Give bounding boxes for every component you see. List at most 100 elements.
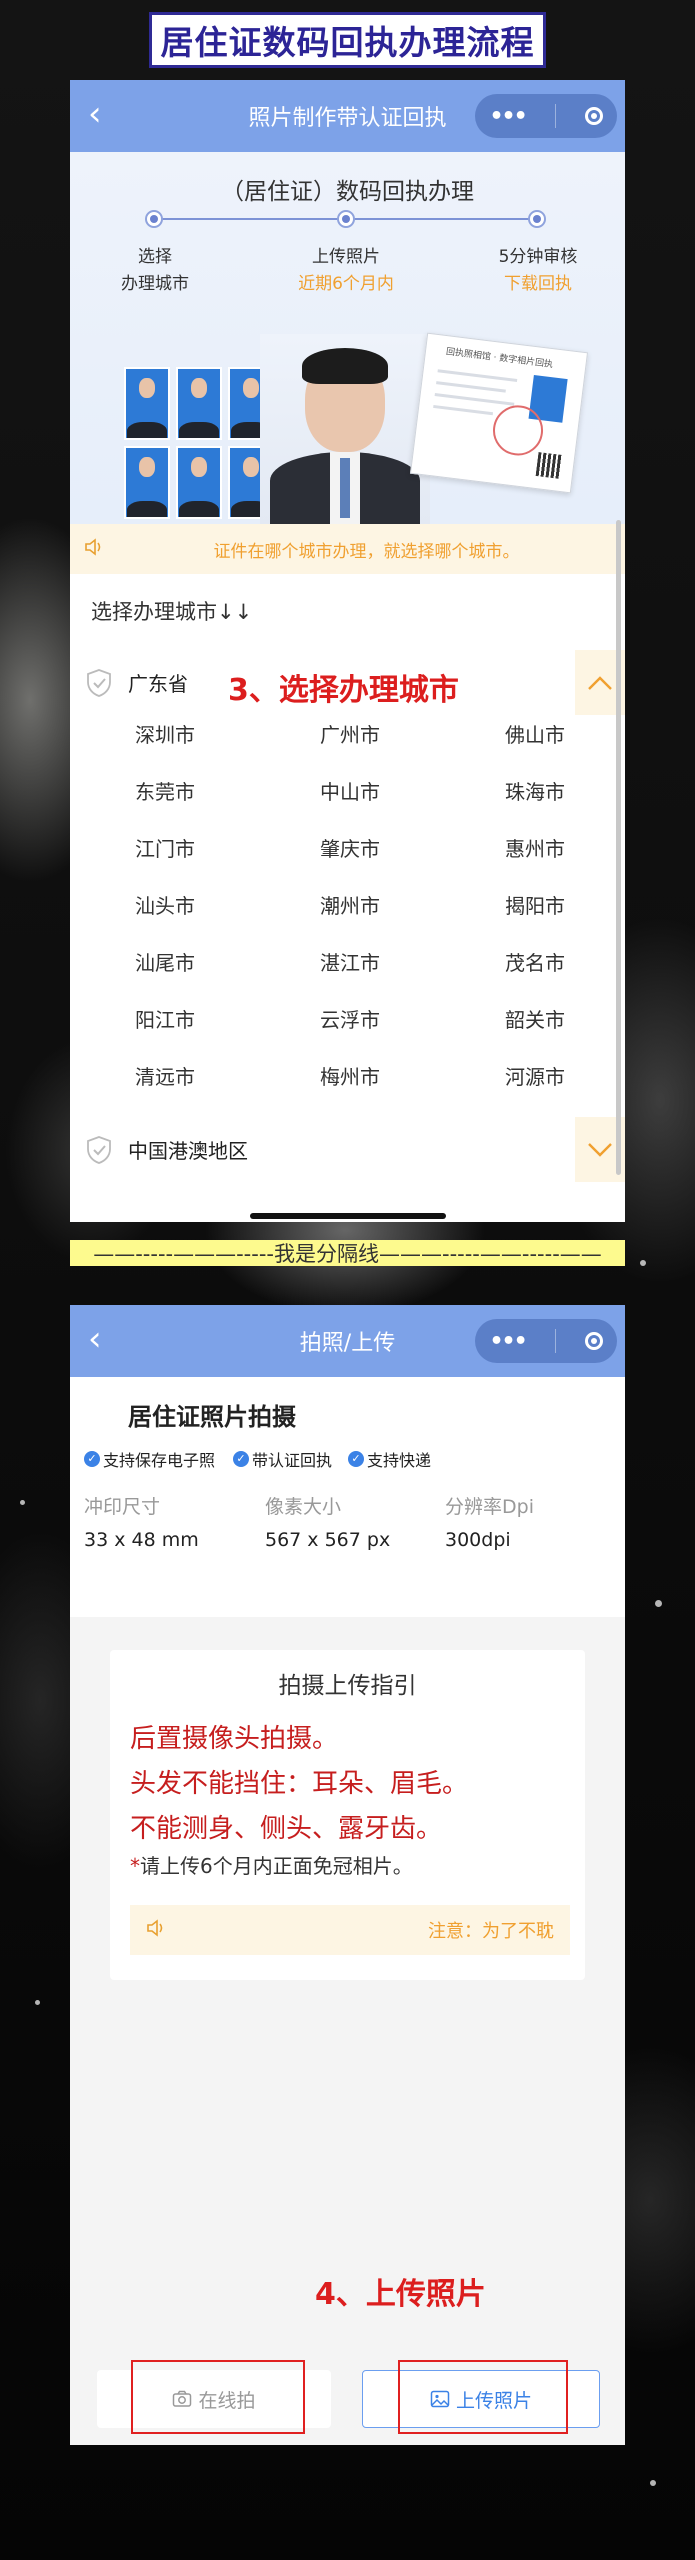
city-option[interactable]: 广州市: [290, 719, 410, 748]
city-option[interactable]: 潮州市: [290, 890, 410, 919]
receipt-image: 回执照相馆 · 数字相片回执: [409, 332, 589, 494]
step-3: 5分钟审核 下载回执: [468, 244, 608, 298]
annotation-select-city: 3、选择办理城市: [228, 673, 459, 708]
city-option[interactable]: 江门市: [105, 833, 225, 862]
water-drop: [20, 1500, 25, 1505]
close-target-icon[interactable]: [584, 107, 603, 125]
guide-rule-3: 不能测身、侧头、露牙齿。: [130, 1814, 443, 1844]
more-icon[interactable]: •••: [489, 104, 527, 129]
city-option[interactable]: 汕头市: [105, 890, 225, 919]
qr-code-icon: [535, 452, 563, 479]
upload-guide-dialog: 拍摄上传指引 后置摄像头拍摄。 头发不能挡住：耳朵、眉毛。 不能测身、侧头、露牙…: [110, 1650, 585, 1980]
speaker-icon: [84, 537, 108, 561]
guide-notice-bar: 注意：为了不耽: [130, 1905, 570, 1955]
shield-check-icon: [84, 668, 114, 698]
badge-label: 支持保存电子照: [103, 1451, 216, 1470]
screen-upload-photo: ‹ 拍照/上传 ••• 居住证照片拍摄 ✓ 支持保存电子照 ✓ 带认证回执 ✓ …: [70, 1305, 625, 2445]
water-drop: [655, 1600, 662, 1607]
select-city-label: 选择办理城市↓↓: [91, 600, 253, 624]
nav-bar: ‹ 照片制作带认证回执 •••: [70, 80, 625, 152]
spec-label-size: 冲印尺寸: [84, 1496, 161, 1518]
step-dot: [337, 210, 355, 228]
city-option[interactable]: 清远市: [105, 1061, 225, 1090]
annotation-box-online: [131, 2360, 305, 2434]
nav-bar: ‹ 拍照/上传 •••: [70, 1305, 625, 1377]
annotation-upload-photo: 4、上传照片: [315, 2277, 486, 2312]
hero-title: （居住证）数码回执办理: [221, 179, 474, 205]
step-1-line1: 选择: [138, 247, 172, 267]
receipt-line: [433, 404, 494, 416]
card-title: 居住证照片拍摄: [128, 1403, 296, 1431]
city-option[interactable]: 珠海市: [475, 776, 595, 805]
check-icon: ✓: [348, 1451, 364, 1467]
city-option[interactable]: 佛山市: [475, 719, 595, 748]
city-option[interactable]: 东莞市: [105, 776, 225, 805]
badge-receipt: ✓ 带认证回执: [233, 1447, 332, 1471]
screen-select-city: ‹ 照片制作带认证回执 ••• （居住证）数码回执办理 选择 办理城市 上传照片…: [70, 80, 625, 1222]
city-option[interactable]: 肇庆市: [290, 833, 410, 862]
city-option[interactable]: 茂名市: [475, 947, 595, 976]
back-icon[interactable]: ‹: [88, 1319, 102, 1359]
badge-delivery: ✓ 支持快递: [348, 1447, 431, 1471]
guide-notice-text: 注意：为了不耽: [428, 1921, 554, 1942]
city-option[interactable]: 汕尾市: [105, 947, 225, 976]
city-option[interactable]: 云浮市: [290, 1004, 410, 1033]
mini-photo: [124, 446, 170, 519]
page-title: 居住证数码回执办理流程: [149, 12, 546, 68]
speaker-icon: [146, 1918, 170, 1942]
receipt-title: 回执照相馆 · 数字相片回执: [445, 347, 554, 371]
capsule-divider: [554, 1329, 556, 1353]
mini-photo: [124, 367, 170, 440]
guide-title: 拍摄上传指引: [278, 1673, 417, 1699]
more-icon[interactable]: •••: [489, 1329, 527, 1354]
receipt-line: [436, 381, 506, 393]
guide-note: *请上传6个月内正面免冠相片。: [130, 1850, 413, 1879]
notice-bar: 证件在哪个城市办理，就选择哪个城市。: [70, 524, 625, 574]
step-3-line1: 5分钟审核: [498, 247, 578, 267]
water-drop: [650, 2480, 656, 2486]
city-option[interactable]: 湛江市: [290, 947, 410, 976]
spec-value-size: 33 x 48 mm: [84, 1529, 199, 1551]
step-2-line1: 上传照片: [312, 247, 380, 267]
step-dot: [145, 210, 163, 228]
city-option[interactable]: 中山市: [290, 776, 410, 805]
city-option[interactable]: 河源市: [475, 1061, 595, 1090]
notice-text: 证件在哪个城市办理，就选择哪个城市。: [213, 541, 520, 562]
mini-photo: [176, 367, 222, 440]
city-option[interactable]: 阳江市: [105, 1004, 225, 1033]
city-option[interactable]: 梅州市: [290, 1061, 410, 1090]
photo-spec-card: 居住证照片拍摄 ✓ 支持保存电子照 ✓ 带认证回执 ✓ 支持快递 冲印尺寸 像素…: [70, 1377, 625, 1617]
badge-save-photo: ✓ 支持保存电子照: [84, 1447, 215, 1471]
city-option[interactable]: 深圳市: [105, 719, 225, 748]
step-2-line2: 近期6个月内: [298, 274, 394, 294]
city-option[interactable]: 惠州市: [475, 833, 595, 862]
province-name: 广东省: [128, 672, 188, 696]
nav-title: 拍照/上传: [299, 1331, 396, 1356]
portrait-hair: [302, 348, 388, 384]
nav-title: 照片制作带认证回执: [248, 106, 447, 131]
step-1-line2: 办理城市: [121, 274, 189, 294]
required-star: *: [130, 1854, 140, 1878]
step-dot: [528, 210, 546, 228]
guide-rule-1: 后置摄像头拍摄。: [130, 1724, 339, 1754]
annotation-box-upload: [398, 2360, 568, 2434]
mini-program-capsule: •••: [475, 94, 617, 138]
city-option[interactable]: 揭阳市: [475, 890, 595, 919]
mini-photo: [176, 446, 222, 519]
province-row-hk-macau[interactable]: 中国港澳地区: [70, 1117, 625, 1182]
step-3-line2: 下载回执: [504, 274, 572, 294]
back-icon[interactable]: ‹: [88, 94, 102, 134]
divider-banner: ——-----———-----我是分隔线———-----——-----——: [70, 1240, 625, 1266]
water-drop: [640, 1260, 646, 1266]
scrollbar[interactable]: [616, 520, 621, 1175]
water-drop: [35, 2000, 40, 2005]
id-photo-sheet-image: [124, 367, 274, 519]
portrait-tie: [340, 458, 350, 518]
home-indicator: [250, 1213, 446, 1219]
close-target-icon[interactable]: [584, 1332, 603, 1350]
city-option[interactable]: 韶关市: [475, 1004, 595, 1033]
step-1: 选择 办理城市: [85, 244, 225, 298]
capsule-divider: [554, 104, 556, 128]
spec-label-dpi: 分辨率Dpi: [445, 1496, 534, 1518]
step-2: 上传照片 近期6个月内: [276, 244, 416, 298]
